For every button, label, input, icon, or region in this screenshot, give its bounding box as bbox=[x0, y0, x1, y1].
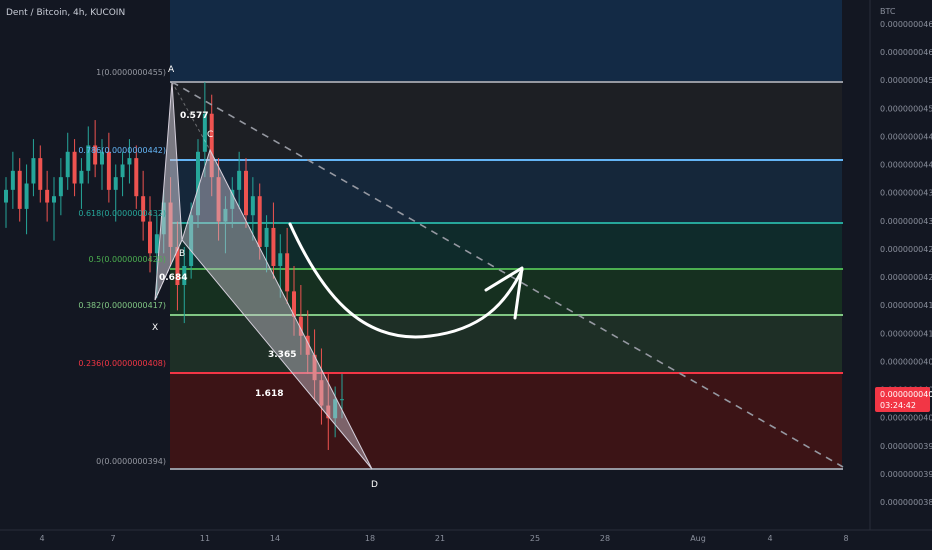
candle-body bbox=[31, 158, 36, 184]
fib-label-0: 0(0.0000000394) bbox=[96, 457, 166, 466]
chart-title: Dent / Bitcoin, 4h, KUCOIN bbox=[6, 8, 125, 18]
time-tick-label: 4 bbox=[39, 534, 44, 543]
fib-label-0236: 0.236(0.0000000408) bbox=[78, 359, 166, 368]
candle-body bbox=[45, 189, 50, 203]
candle-body bbox=[127, 158, 132, 165]
price-tick-label: 0.0000000409 bbox=[880, 357, 932, 366]
candle-body bbox=[278, 253, 283, 266]
price-tick-label: 0.0000000393 bbox=[880, 470, 932, 479]
candle-body bbox=[17, 170, 22, 209]
ratio-xab-label: 0.684 bbox=[159, 273, 187, 283]
candle-body bbox=[72, 151, 77, 184]
price-axis-currency: BTC bbox=[880, 7, 896, 16]
price-tick-label: 0.0000000445 bbox=[880, 132, 932, 141]
candle-body bbox=[250, 196, 255, 216]
candle-body bbox=[113, 177, 118, 190]
candle-body bbox=[134, 158, 139, 197]
fib-label-05: 0.5(0.0000000425) bbox=[89, 255, 167, 264]
time-tick-label: 21 bbox=[435, 534, 445, 543]
price-tick-label: 0.0000000450 bbox=[880, 104, 932, 113]
fib-zone-0236-0 bbox=[170, 373, 842, 469]
candle-body bbox=[120, 164, 125, 178]
time-tick-label: Aug bbox=[690, 534, 706, 543]
price-tick-label: 0.0000000421 bbox=[880, 273, 932, 282]
price-tick-label: 0.0000000417 bbox=[880, 301, 932, 310]
price-tick-label: 0.0000000425 bbox=[880, 245, 932, 254]
candle-body bbox=[244, 170, 248, 216]
fib-label-0382: 0.382(0.0000000417) bbox=[78, 301, 166, 310]
time-tick-label: 18 bbox=[365, 534, 375, 543]
candle-body bbox=[148, 221, 152, 254]
time-tick-label: 11 bbox=[200, 534, 210, 543]
point-a-label: A bbox=[168, 65, 175, 75]
time-tick-label: 25 bbox=[530, 534, 540, 543]
price-tick-label: 0.0000000389 bbox=[880, 498, 932, 507]
candle-body bbox=[65, 151, 70, 178]
candle-body bbox=[237, 170, 242, 190]
candle-body bbox=[285, 253, 290, 292]
candle-body bbox=[257, 196, 262, 247]
candle-body bbox=[154, 234, 159, 254]
candle-body bbox=[79, 170, 84, 184]
price-tick-label: 0.0000000465 bbox=[880, 20, 932, 29]
price-tick-label: 0.0000000397 bbox=[880, 442, 932, 451]
fib-label-0786: 0.786(0.0000000442) bbox=[78, 146, 166, 155]
candle-body bbox=[340, 399, 344, 401]
point-x-label: X bbox=[152, 323, 158, 333]
price-tick-label: 0.0000000435 bbox=[880, 189, 932, 198]
countdown-timer: 03:24:42 bbox=[880, 401, 916, 410]
candle-body bbox=[38, 158, 43, 190]
fib-zone-0786-0618 bbox=[170, 160, 842, 223]
candle-body bbox=[264, 227, 269, 247]
time-axis-ticks: 4 7 11 14 18 21 25 28 Aug 4 8 bbox=[39, 534, 848, 543]
time-tick-label: 8 bbox=[843, 534, 848, 543]
price-tick-label: 0.0000000413 bbox=[880, 329, 932, 338]
ratio-bcd-label: 3.365 bbox=[268, 350, 296, 360]
point-d-label: D bbox=[371, 480, 378, 490]
candle-body bbox=[106, 151, 111, 190]
price-tick-label: 0.0000000455 bbox=[880, 76, 932, 85]
fib-zone-top bbox=[170, 0, 842, 82]
fib-zone-1-0786 bbox=[170, 82, 842, 160]
candle-body bbox=[58, 177, 63, 197]
fib-zone-0618-05 bbox=[170, 223, 842, 269]
candle-body bbox=[4, 189, 8, 203]
time-tick-label: 14 bbox=[270, 534, 280, 543]
price-tick-label: 0.0000000460 bbox=[880, 48, 932, 57]
candle-body bbox=[52, 196, 56, 203]
ratio-abc-label: 0.577 bbox=[180, 111, 208, 121]
candle-body bbox=[271, 227, 276, 266]
point-b-label: B bbox=[179, 249, 185, 259]
current-price-value: 0.0000000405 bbox=[880, 390, 932, 399]
candle-body bbox=[24, 183, 29, 209]
ratio-xad-label: 1.618 bbox=[255, 389, 283, 399]
chart-canvas[interactable]: 1(0.0000000455) 0.786(0.0000000442) 0.61… bbox=[0, 0, 932, 550]
time-tick-label: 28 bbox=[600, 534, 610, 543]
point-c-label: C bbox=[207, 130, 213, 140]
price-tick-label: 0.0000000440 bbox=[880, 161, 932, 170]
price-tick-label: 0.0000000401 bbox=[880, 414, 932, 423]
candle-body bbox=[10, 170, 15, 190]
price-tick-label: 0.0000000430 bbox=[880, 217, 932, 226]
current-price-tag: 0.0000000405 03:24:42 bbox=[875, 387, 932, 412]
time-tick-label: 7 bbox=[110, 534, 115, 543]
time-tick-label: 4 bbox=[767, 534, 772, 543]
fib-label-0618: 0.618(0.0000000432) bbox=[78, 209, 166, 218]
fib-label-1: 1(0.0000000455) bbox=[96, 68, 166, 77]
